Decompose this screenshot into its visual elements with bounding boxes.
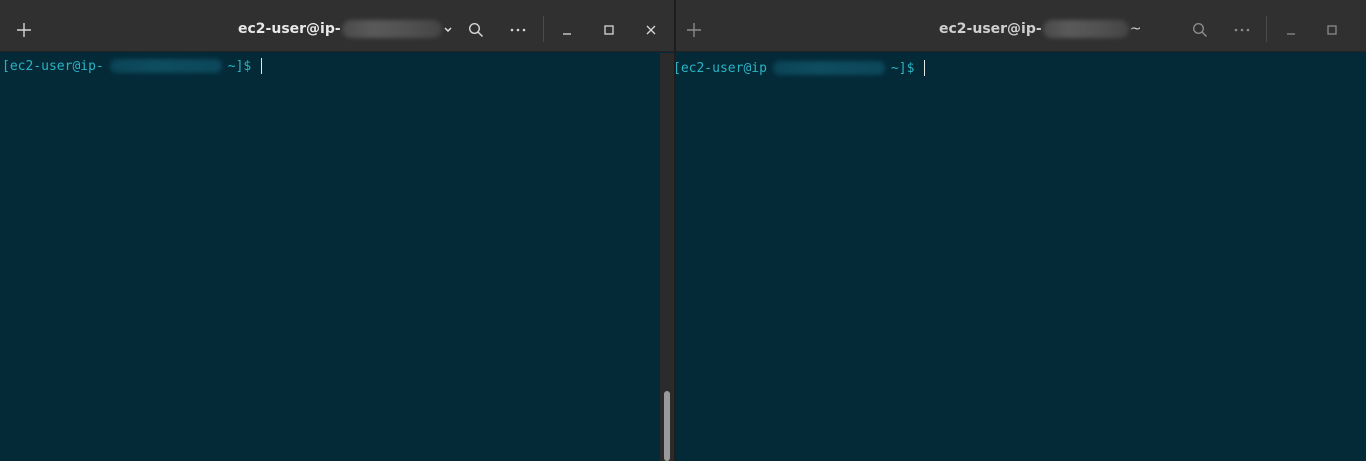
text-cursor [924, 60, 926, 76]
text-cursor [261, 58, 263, 74]
search-button[interactable] [1184, 14, 1216, 46]
minimize-icon [1287, 33, 1295, 35]
titlebar-separator [1266, 16, 1267, 42]
prompt-user-host: [ec2-user@ip [676, 60, 767, 76]
menu-button[interactable] [1226, 14, 1258, 46]
minimize-button[interactable] [1275, 14, 1307, 46]
terminal-area[interactable]: [ec2-user@ip ~]$ [676, 53, 1366, 461]
scrollbar-thumb[interactable] [664, 391, 670, 461]
scrollbar[interactable] [660, 53, 674, 461]
minimize-icon [563, 33, 571, 35]
redacted-hostname [341, 20, 442, 38]
maximize-icon [1327, 25, 1337, 35]
menu-button[interactable] [502, 14, 534, 46]
ellipsis-icon [1234, 28, 1250, 32]
window-title: ec2-user@ip- ~ [939, 19, 1141, 39]
shell-prompt: [ec2-user@ip ~]$ [676, 59, 926, 77]
maximize-icon [604, 25, 614, 35]
search-icon [468, 22, 484, 38]
window-title-text: ec2-user@ip- [939, 21, 1042, 37]
prompt-user-host: [ec2-user@ip- [2, 58, 104, 74]
titlebar[interactable]: ec2-user@ip- [0, 0, 674, 52]
plus-icon [17, 23, 31, 37]
chevron-down-icon[interactable] [444, 25, 452, 33]
prompt-path: ~]$ [227, 58, 252, 74]
terminal-window-left[interactable]: ec2-user@ip- [ec2-user@ip- ~]$ [0, 0, 674, 461]
prompt-path: ~]$ [890, 60, 915, 76]
close-button[interactable] [635, 14, 667, 46]
maximize-button[interactable] [593, 14, 625, 46]
terminal-window-right[interactable]: ec2-user@ip- ~ [ec2-user@ip ~]$ [676, 0, 1366, 461]
window-title-text: ec2-user@ip- [238, 21, 341, 37]
search-icon [1192, 22, 1208, 38]
new-tab-button[interactable] [8, 14, 40, 46]
plus-icon [687, 23, 701, 37]
shell-prompt: [ec2-user@ip- ~]$ [2, 57, 263, 75]
ellipsis-icon [510, 28, 526, 32]
redacted-prompt-hostname [772, 61, 885, 75]
new-tab-button[interactable] [678, 14, 710, 46]
redacted-prompt-hostname [109, 59, 222, 73]
titlebar-separator [543, 16, 544, 42]
search-button[interactable] [460, 14, 492, 46]
close-icon [646, 25, 656, 35]
window-title-suffix: ~ [1129, 21, 1142, 37]
minimize-button[interactable] [551, 14, 583, 46]
window-title: ec2-user@ip- [238, 19, 452, 39]
terminal-area[interactable]: [ec2-user@ip- ~]$ [0, 53, 674, 461]
maximize-button[interactable] [1316, 14, 1348, 46]
titlebar[interactable]: ec2-user@ip- ~ [676, 0, 1366, 52]
redacted-hostname [1042, 20, 1129, 38]
